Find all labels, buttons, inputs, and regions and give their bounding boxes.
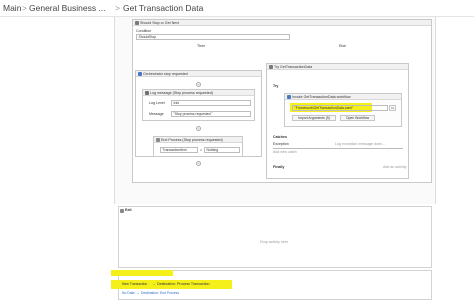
message-input[interactable]: "Stop process requested." [171,111,251,117]
highlight-transitions-label [111,270,173,276]
exception-hint: Log exception message durin... [335,142,385,146]
log-message-title: Log message (Stop process requested) [150,91,213,95]
breadcrumb-separator: > [22,3,27,13]
import-arguments-button[interactable]: Import Arguments (5) [292,115,336,121]
try-catch-title: Try GetTransactionData [274,65,313,69]
breadcrumb-item-main[interactable]: Main [3,3,21,13]
end-process-title: End Process (Stop process requested) [161,138,223,142]
try-catch-header[interactable]: Try GetTransactionData [267,64,408,70]
if-activity-header[interactable]: Should Stop or Get Next [133,20,431,26]
transition-arrow-icon: → [136,291,140,295]
transition-arrow-icon: → [152,282,156,286]
try-catch-icon [268,65,273,69]
log-icon [144,91,149,95]
invoke-workflow-title: Invoke GetTransactionData workflow [292,95,351,99]
breadcrumb: Main > General Business ... > Get Transa… [0,0,474,17]
catches-label: Catches [273,135,287,139]
then-label: Then [197,44,206,48]
invoke-workflow-icon [286,95,291,99]
if-activity-title: Should Stop or Get Next [140,21,179,25]
log-message-activity[interactable]: Log message (Stop process requested) Log… [142,89,255,121]
exit-section[interactable]: Exit Drop activity here [118,206,432,268]
add-activity-plus-icon[interactable]: + [196,126,201,131]
log-message-header[interactable]: Log message (Stop process requested) [143,90,254,96]
import-arguments-label: Import Arguments [298,116,325,120]
invoke-workflow-activity[interactable]: Invoke GetTransactionData workflow "Fram… [284,93,402,127]
assign-equals: = [200,148,203,152]
invoke-workflow-header[interactable]: Invoke GetTransactionData workflow [285,94,401,100]
condition-input[interactable]: ShouldStop [136,34,290,40]
if-icon [134,21,139,25]
end-process-assign[interactable]: End Process (Stop process requested) Tra… [153,136,243,157]
sequence-header[interactable]: Orchestrator stop requested [136,71,261,77]
catch-divider [273,148,403,149]
open-workflow-button[interactable]: Open Workflow [340,115,375,121]
add-new-catch[interactable]: Add new catch [273,150,297,154]
log-level-select[interactable]: Info [171,100,251,106]
message-label: Message [149,112,164,116]
else-label: Else [339,44,346,48]
finally-add-activity[interactable]: Add an activity [383,165,406,169]
arguments-count: 5 [326,116,329,120]
condition-label: Condition [136,29,152,33]
workflow-path-input[interactable]: "Framework\GetTransactionData.xaml" [292,105,388,111]
assign-to-input[interactable]: TransactionItem [160,147,198,153]
log-level-label: Log Level [149,101,165,105]
assign-icon [155,138,160,142]
breadcrumb-item-general-business[interactable]: General Business ... [29,3,106,13]
breadcrumb-item-get-transaction-data[interactable]: Get Transaction Data [123,3,203,13]
transition-new-transaction[interactable]: New Transaction [122,282,147,286]
add-activity-plus-icon[interactable]: + [196,161,201,166]
exit-icon [120,208,124,213]
breadcrumb-separator: > [115,3,120,13]
sequence-icon [137,72,142,76]
finally-label: Finally [273,165,285,169]
add-activity-plus-icon[interactable]: + [196,82,201,87]
exception-label: Exception [273,142,289,146]
assign-value-input[interactable]: Nothing [204,147,240,153]
browse-folder-icon[interactable]: ▭ [389,105,396,111]
try-label: Try [273,84,279,88]
end-process-header[interactable]: End Process (Stop process requested) [154,137,242,143]
transition-no-data-destination[interactable]: Destination: End Process [141,291,179,295]
drop-activity-hint: Drop activity here [260,240,288,244]
sequence-title: Orchestrator stop requested [143,72,188,76]
transition-no-data[interactable]: No Data [122,291,134,295]
transition-new-transaction-destination: Destination: Process Transaction [157,282,210,286]
exit-label: Exit [125,208,132,212]
